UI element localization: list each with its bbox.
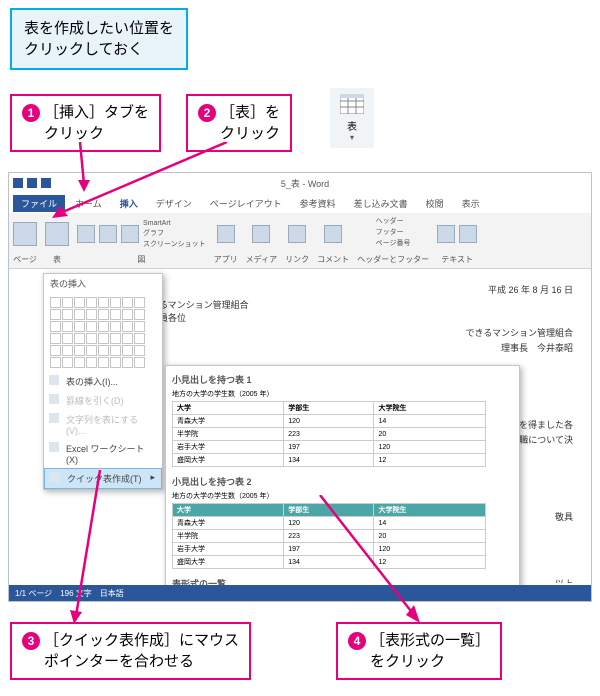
tab-design[interactable]: デザイン — [148, 195, 200, 212]
greeting-icon[interactable] — [437, 225, 455, 243]
doc-line1: るマンション管理組合 — [159, 298, 573, 311]
preview-table-1: 大学学部生大学院生 青森大学12014 半学院22320 岩手大学197120 … — [172, 401, 486, 467]
table-size-grid[interactable] — [44, 293, 162, 372]
chevron-down-icon: ▾ — [330, 133, 374, 142]
tab-home[interactable]: ホーム — [67, 195, 110, 212]
picture-icon[interactable] — [77, 225, 95, 243]
callout-3-text: ［クイック表作成］にマウス ポインターを合わせる — [44, 630, 239, 672]
tab-review[interactable]: 校閲 — [418, 195, 452, 212]
gallery-label-sub2: 小見出しを持つ表 2 — [172, 475, 513, 488]
quick-access-toolbar[interactable] — [9, 178, 69, 188]
status-bar: 1/1 ページ 196 文字 日本語 — [9, 585, 591, 601]
step-number-3: 3 — [22, 632, 40, 650]
apps-icon — [217, 225, 235, 243]
window-title: 5_表 - Word — [69, 177, 541, 190]
callout-4-text: ［表形式の一覧］ をクリック — [370, 630, 490, 672]
tab-insert[interactable]: 挿入 — [112, 195, 146, 212]
ribbon-group-headerfooter: ヘッダー フッター ページ番号 ヘッダーとフッター — [357, 216, 429, 265]
callout-2-text: ［表］を クリック — [220, 102, 280, 144]
table-dropdown: 表の挿入 表の挿入(I)... 罫線を引く(D) 文字列を表にする(V)... … — [43, 273, 163, 490]
ribbon-group-link[interactable]: リンク — [285, 216, 309, 265]
ribbon-group-illust: SmartArt グラフ スクリーンショット 図 — [77, 216, 206, 265]
doc-date: 平成 26 年 8 月 16 日 — [159, 283, 573, 296]
doc-line3: できるマンション管理組合 — [159, 326, 573, 339]
gallery-item-sub2[interactable]: 小見出しを持つ表 2 地方の大学の学生数（2005 年） 大学学部生大学院生 青… — [172, 475, 513, 569]
callout-4: 4［表形式の一覧］ をクリック — [336, 622, 502, 680]
ribbon-group-text: テキスト — [437, 216, 477, 265]
doc-line4: 理事長 今井泰昭 — [159, 341, 573, 354]
chevron-right-icon: ▸ — [150, 472, 155, 483]
footer-label[interactable]: フッター — [376, 227, 404, 237]
dropdown-title: 表の挿入 — [44, 274, 162, 293]
online-video-icon — [252, 225, 270, 243]
table-button-label: 表 — [330, 118, 374, 133]
ribbon-group-table[interactable]: 表 — [45, 216, 69, 265]
menu-insert-table[interactable]: 表の挿入(I)... — [44, 372, 162, 391]
pagenum-label[interactable]: ページ番号 — [376, 238, 411, 248]
tab-view[interactable]: 表示 — [454, 195, 488, 212]
screenshot-label[interactable]: スクリーンショット — [143, 239, 206, 249]
title-bar: 5_表 - Word — [9, 173, 591, 193]
quick-tables-gallery: 小見出しを持つ表 1 地方の大学の学生数（2005 年） 大学学部生大学院生 青… — [165, 365, 520, 602]
pages-icon — [13, 222, 37, 246]
callout-1-text: ［挿入］タブを クリック — [44, 102, 149, 144]
callout-3: 3［クイック表作成］にマウス ポインターを合わせる — [10, 622, 251, 680]
link-icon — [288, 225, 306, 243]
callout-2: 2［表］を クリック — [186, 94, 292, 152]
status-lang[interactable]: 日本語 — [100, 588, 124, 599]
online-picture-icon[interactable] — [99, 225, 117, 243]
ribbon-tabs: ファイル ホーム 挿入 デザイン ページレイアウト 参考資料 差し込み文書 校閲… — [9, 193, 591, 213]
ribbon-group-media[interactable]: メディア — [246, 216, 277, 265]
step-number-4: 4 — [348, 632, 366, 650]
textbox-icon[interactable] — [459, 225, 477, 243]
shapes-icon[interactable] — [121, 225, 139, 243]
status-page[interactable]: 1/1 ページ — [15, 588, 52, 599]
step-number-2: 2 — [198, 104, 216, 122]
ribbon: ページ 表 SmartArt グラフ スクリーンショット 図 アプリ メディア … — [9, 213, 591, 269]
ribbon-group-apps[interactable]: アプリ — [214, 216, 238, 265]
menu-text-to-table: 文字列を表にする(V)... — [44, 410, 162, 439]
comment-icon — [324, 225, 342, 243]
status-words[interactable]: 196 文字 — [60, 588, 92, 599]
step-number-1: 1 — [22, 104, 40, 122]
callout-top: 表を作成したい位置を クリックしておく — [10, 8, 188, 70]
ribbon-group-comment[interactable]: コメント — [317, 216, 349, 265]
menu-draw-table[interactable]: 罫線を引く(D) — [44, 391, 162, 410]
table-icon — [340, 94, 364, 114]
doc-line2: 員各位 — [159, 311, 573, 324]
tab-file[interactable]: ファイル — [13, 195, 65, 212]
word-window: 5_表 - Word ファイル ホーム 挿入 デザイン ページレイアウト 参考資… — [8, 172, 592, 602]
preview-table-2: 大学学部生大学院生 青森大学12014 半学院22320 岩手大学197120 … — [172, 503, 486, 569]
gallery-label-sub1: 小見出しを持つ表 1 — [172, 373, 513, 386]
table-icon — [45, 222, 69, 246]
callout-1: 1［挿入］タブを クリック — [10, 94, 161, 152]
header-label[interactable]: ヘッダー — [376, 216, 404, 226]
tab-references[interactable]: 参考資料 — [292, 195, 344, 212]
gallery-item-sub1[interactable]: 小見出しを持つ表 1 地方の大学の学生数（2005 年） 大学学部生大学院生 青… — [172, 373, 513, 467]
ribbon-group-pages[interactable]: ページ — [13, 216, 37, 265]
tab-mail[interactable]: 差し込み文書 — [346, 195, 416, 212]
menu-quick-tables[interactable]: クイック表作成(T)▸ — [44, 468, 162, 489]
ribbon-button-table-large[interactable]: 表 ▾ — [330, 88, 374, 148]
menu-excel-sheet[interactable]: Excel ワークシート(X) — [44, 439, 162, 468]
tab-layout[interactable]: ページレイアウト — [202, 195, 290, 212]
chart-label[interactable]: グラフ — [143, 228, 206, 238]
smartart-label[interactable]: SmartArt — [143, 220, 206, 227]
